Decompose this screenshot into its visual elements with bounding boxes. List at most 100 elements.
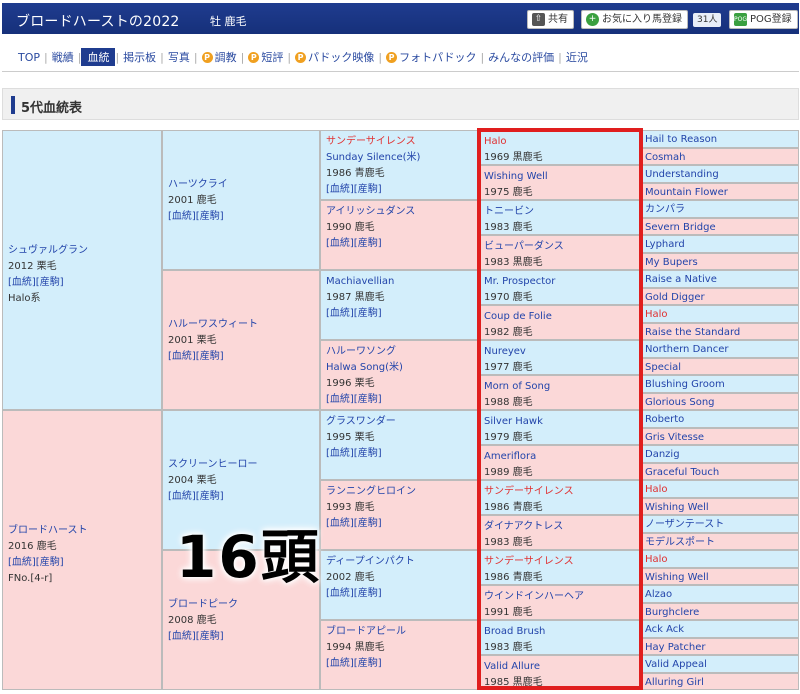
pedigree-progeny-links[interactable]: [血統][産駒] — [8, 555, 156, 571]
horse-name-link[interactable]: Halo — [484, 134, 635, 150]
horse-name-link[interactable]: Glorious Song — [645, 395, 795, 410]
horse-name-link[interactable]: Wishing Well — [645, 500, 795, 515]
pedigree-progeny-links[interactable]: [血統][産駒] — [326, 446, 472, 462]
nav-tab-3[interactable]: 掲示板 — [119, 49, 160, 65]
horse-name-link[interactable]: ハーツクライ — [168, 177, 314, 193]
horse-name-link[interactable]: Special — [645, 360, 795, 375]
horse-name-link[interactable]: ディープインパクト — [326, 554, 472, 570]
nav-tab-2[interactable]: 血統 — [81, 48, 116, 66]
nav-tab-label: 写真 — [167, 51, 190, 64]
pedigree-cell-g5: Blushing Groom — [641, 375, 799, 393]
pedigree-progeny-links[interactable]: [血統][産駒] — [326, 392, 472, 408]
horse-name-link[interactable]: Morn of Song — [484, 379, 635, 395]
horse-name-link[interactable]: ランニングヒロイン — [326, 484, 472, 500]
pedigree-progeny-links[interactable]: [血統][産駒] — [326, 236, 472, 252]
pedigree-progeny-links[interactable]: [血統][産駒] — [8, 275, 156, 291]
nav-tab-0[interactable]: TOP — [14, 51, 44, 64]
horse-name-link[interactable]: Mr. Prospector — [484, 274, 635, 290]
horse-name-link[interactable]: グラスワンダー — [326, 414, 472, 430]
horse-name-link[interactable]: スクリーンヒーロー — [168, 457, 314, 473]
horse-name-link[interactable]: Raise the Standard — [645, 325, 795, 340]
horse-name-link[interactable]: Graceful Touch — [645, 465, 795, 480]
horse-name-link[interactable]: ノーザンテースト — [645, 517, 795, 532]
horse-name-link[interactable]: Coup de Folie — [484, 309, 635, 325]
birth-year-color: 1990 鹿毛 — [326, 222, 375, 233]
horse-name-link[interactable]: Northern Dancer — [645, 342, 795, 357]
section-title: 5代血統表 — [21, 101, 83, 116]
horse-name-link[interactable]: Gris Vitesse — [645, 430, 795, 445]
horse-name-link[interactable]: Broad Brush — [484, 624, 635, 640]
horse-name-link[interactable]: Wishing Well — [645, 570, 795, 585]
horse-name-link[interactable]: ハルーワソング — [326, 344, 472, 360]
horse-name-link[interactable]: Valid Appeal — [645, 657, 795, 672]
nav-tab-6[interactable]: P 短評 — [244, 49, 287, 65]
horse-name-link[interactable]: Halo — [645, 482, 795, 497]
nav-tab-1[interactable]: 戦績 — [48, 49, 78, 65]
horse-name-link[interactable]: Mountain Flower — [645, 185, 795, 200]
horse-name-link[interactable]: ブロードピーク — [168, 597, 314, 613]
nav-tab-8[interactable]: P フォトパドック — [382, 49, 480, 65]
horse-name-link[interactable]: Roberto — [645, 412, 795, 427]
pedigree-progeny-links[interactable]: [血統][産駒] — [326, 656, 472, 672]
pedigree-progeny-links[interactable]: [血統][産駒] — [168, 489, 314, 505]
horse-name-link[interactable]: ブロードハースト — [8, 523, 156, 539]
horse-name-link[interactable]: Ack Ack — [645, 622, 795, 637]
nav-tab-label: TOP — [18, 50, 41, 64]
pedigree-progeny-links[interactable]: [血統][産駒] — [168, 629, 314, 645]
horse-name-link[interactable]: Blushing Groom — [645, 377, 795, 392]
nav-tab-9[interactable]: みんなの評価 — [484, 49, 558, 65]
horse-name-link[interactable]: サンデーサイレンス — [326, 134, 472, 150]
horse-name-link[interactable]: トニービン — [484, 204, 635, 220]
horse-name-link[interactable]: サンデーサイレンス — [484, 554, 635, 570]
horse-name-link[interactable]: Alluring Girl — [645, 675, 795, 690]
horse-name-link[interactable]: Valid Allure — [484, 659, 635, 675]
horse-name-link[interactable]: Halo — [645, 552, 795, 567]
horse-name-link[interactable]: アイリッシュダンス — [326, 204, 472, 220]
birth-year-color: 1983 鹿毛 — [484, 642, 533, 653]
horse-name-link[interactable]: Ameriflora — [484, 449, 635, 465]
horse-name-link[interactable]: Silver Hawk — [484, 414, 635, 430]
horse-name-link[interactable]: Halo — [645, 307, 795, 322]
share-button[interactable]: ⇧ 共有 — [527, 10, 574, 29]
horse-name-link[interactable]: My Bupers — [645, 255, 795, 270]
pedigree-progeny-links[interactable]: [血統][産駒] — [326, 182, 472, 198]
pog-button[interactable]: POG POG登録 — [729, 10, 798, 29]
horse-name-link[interactable]: ダイナアクトレス — [484, 519, 635, 535]
pedigree-progeny-links[interactable]: [血統][産駒] — [326, 516, 472, 532]
horse-name-link[interactable]: ブロードアピール — [326, 624, 472, 640]
horse-name-link[interactable]: Burghclere — [645, 605, 795, 620]
horse-name-link[interactable]: Wishing Well — [484, 169, 635, 185]
pedigree-progeny-links[interactable]: [血統][産駒] — [326, 306, 472, 322]
pedigree-cell-g3: Machiavellian 1987 黒鹿毛 [血統][産駒] — [320, 270, 478, 340]
nav-tab-4[interactable]: 写真 — [164, 49, 194, 65]
horse-name-link[interactable]: Severn Bridge — [645, 220, 795, 235]
pedigree-cell-g5: Cosmah — [641, 147, 799, 165]
nav-tab-7[interactable]: P パドック映像 — [291, 49, 378, 65]
horse-name-link[interactable]: Alzao — [645, 587, 795, 602]
horse-name-link[interactable]: サンデーサイレンス — [484, 484, 635, 500]
pedigree-cell-g4: ビューパーダンス 1983 黒鹿毛 — [478, 235, 641, 270]
horse-name-link[interactable]: Machiavellian — [326, 274, 472, 290]
pedigree-progeny-links[interactable]: [血統][産駒] — [168, 349, 314, 365]
horse-name-link[interactable]: シュヴァルグラン — [8, 243, 156, 259]
horse-name-link[interactable]: ビューパーダンス — [484, 239, 635, 255]
horse-name-link[interactable]: ウインドインハーヘア — [484, 589, 635, 605]
pedigree-progeny-links[interactable]: [血統][産駒] — [168, 209, 314, 225]
horse-name-link[interactable]: Raise a Native — [645, 272, 795, 287]
favorite-button[interactable]: + お気に入り馬登録 — [581, 10, 688, 29]
pedigree-cell-g5: Ack Ack — [641, 620, 799, 638]
pedigree-progeny-links[interactable]: [血統][産駒] — [326, 586, 472, 602]
horse-name-link[interactable]: モデルスポート — [645, 535, 795, 550]
horse-name-link[interactable]: Hay Patcher — [645, 640, 795, 655]
horse-name-link[interactable]: Nureyev — [484, 344, 635, 360]
horse-name-link[interactable]: Lyphard — [645, 237, 795, 252]
horse-name-link[interactable]: ハルーワスウィート — [168, 317, 314, 333]
horse-name-link[interactable]: Understanding — [645, 167, 795, 182]
horse-name-link[interactable]: Hail to Reason — [645, 132, 795, 147]
nav-tab-5[interactable]: P 調教 — [198, 49, 241, 65]
horse-name-link[interactable]: カンパラ — [645, 202, 795, 217]
horse-name-link[interactable]: Danzig — [645, 447, 795, 462]
horse-name-link[interactable]: Cosmah — [645, 150, 795, 165]
nav-tab-10[interactable]: 近況 — [562, 49, 592, 65]
horse-name-link[interactable]: Gold Digger — [645, 290, 795, 305]
